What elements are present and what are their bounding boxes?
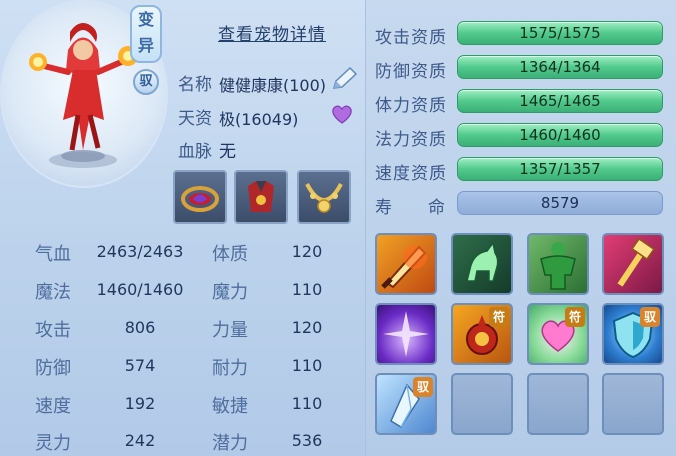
purple-burst-skill-icon — [383, 311, 429, 357]
attack-label: 攻击 — [35, 320, 71, 341]
green-horse-skill-icon — [466, 241, 499, 282]
skill-slot-empty-3[interactable] — [602, 373, 664, 435]
skill-slot-7[interactable]: 符 — [527, 303, 589, 365]
tame-tag: 驭 — [133, 69, 159, 95]
lifespan-label-2: 命 — [428, 198, 446, 218]
mana-aptitude-bar: 1460/1460 — [457, 123, 663, 147]
magic-value: 110 — [291, 280, 323, 299]
lifespan-bar: 8579 — [457, 191, 663, 215]
variant-tag-line1: 变 — [137, 10, 154, 29]
hp-value: 2463/2463 — [96, 242, 184, 261]
golden-hammer-skill-icon — [617, 237, 655, 287]
rename-pen-icon[interactable] — [330, 66, 358, 92]
strength-label: 力量 — [212, 320, 248, 341]
skill-slot-1[interactable] — [375, 233, 437, 295]
equip-slot-1[interactable] — [173, 170, 227, 224]
heart-icon[interactable] — [330, 103, 354, 125]
stamina-aptitude-label: 体力资质 — [375, 96, 447, 116]
talent-value: 极(16049) — [219, 110, 299, 129]
skill-slot-2[interactable] — [451, 233, 513, 295]
defense-value: 574 — [124, 356, 156, 375]
green-muscle-skill-icon — [540, 242, 576, 290]
red-gold-ring-item — [181, 186, 219, 212]
spirit-label: 灵力 — [35, 433, 71, 454]
skill-slot-8[interactable]: 驭 — [602, 303, 664, 365]
skill-slot-3[interactable] — [527, 233, 589, 295]
equip-slot-3[interactable] — [297, 170, 351, 224]
skill-slot-5[interactable] — [375, 303, 437, 365]
pet-portrait-image[interactable] — [28, 10, 138, 170]
mana-aptitude-label: 法力资质 — [375, 130, 447, 150]
talent-label: 天资 — [178, 109, 212, 129]
variant-tag-line2: 异 — [137, 36, 154, 55]
agility-value: 110 — [291, 394, 323, 413]
skill-slot-9[interactable]: 驭 — [375, 373, 437, 435]
constitution-value: 120 — [291, 242, 323, 261]
red-armor-item — [248, 181, 274, 212]
speed-label: 速度 — [35, 396, 71, 417]
attack-value: 806 — [124, 318, 156, 337]
skill-slot-6[interactable]: 符 — [451, 303, 513, 365]
tame-badge: 驭 — [413, 377, 433, 397]
talisman-badge: 符 — [565, 307, 585, 327]
lifespan-label-1: 寿 — [375, 198, 393, 218]
skill-slot-4[interactable] — [602, 233, 664, 295]
potential-value: 536 — [291, 431, 323, 450]
potential-label: 潜力 — [212, 433, 248, 454]
speed-aptitude-bar: 1357/1357 — [457, 157, 663, 181]
skill-slot-empty-2[interactable] — [527, 373, 589, 435]
name-value: 健健康康(100) — [219, 76, 327, 95]
attack-aptitude-label: 攻击资质 — [375, 28, 447, 48]
flaming-sword-skill-icon — [381, 245, 427, 289]
agility-label: 敏捷 — [212, 396, 248, 417]
equip-slot-2[interactable] — [234, 170, 288, 224]
attack-aptitude-bar: 1575/1575 — [457, 21, 663, 45]
endurance-value: 110 — [291, 356, 323, 375]
defense-label: 防御 — [35, 358, 71, 379]
defense-aptitude-bar: 1364/1364 — [457, 55, 663, 79]
strength-value: 120 — [291, 318, 323, 337]
mp-label: 魔法 — [35, 282, 71, 303]
bloodline-label: 血脉 — [178, 142, 212, 162]
skill-slot-empty-1[interactable] — [451, 373, 513, 435]
constitution-label: 体质 — [212, 244, 248, 265]
spirit-value: 242 — [124, 431, 156, 450]
magic-label: 魔力 — [212, 282, 248, 303]
gold-necklace-item — [305, 183, 343, 213]
speed-aptitude-label: 速度资质 — [375, 164, 447, 184]
bloodline-value: 无 — [219, 142, 236, 162]
tame-badge: 驭 — [640, 307, 660, 327]
endurance-label: 耐力 — [212, 358, 248, 379]
stamina-aptitude-bar: 1465/1465 — [457, 89, 663, 113]
variant-tag: 变 异 — [130, 5, 162, 63]
view-pet-details-link[interactable]: 查看宠物详情 — [218, 20, 326, 45]
hp-label: 气血 — [35, 244, 71, 265]
speed-value: 192 — [124, 394, 156, 413]
mp-value: 1460/1460 — [96, 280, 184, 299]
defense-aptitude-label: 防御资质 — [375, 62, 447, 82]
talisman-badge: 符 — [489, 307, 509, 327]
name-label: 名称 — [178, 75, 212, 95]
